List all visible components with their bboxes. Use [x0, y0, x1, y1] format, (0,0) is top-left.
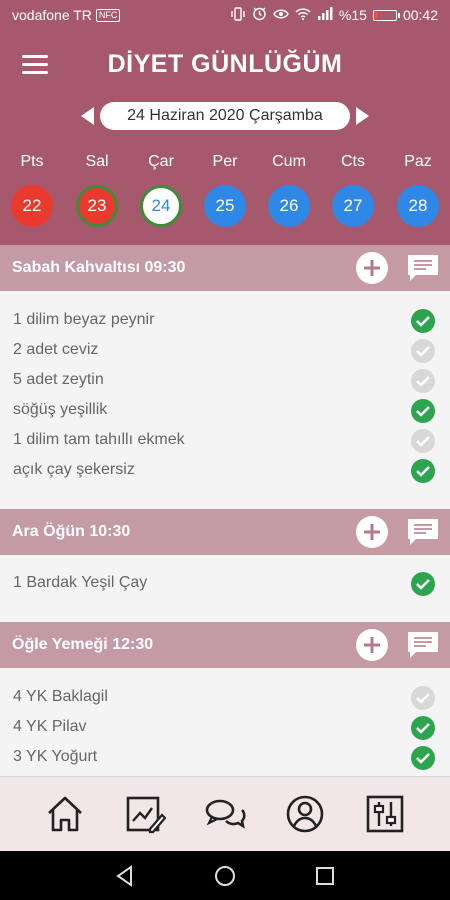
app-title: DİYET GÜNLÜĞÜM	[107, 50, 343, 78]
meal-item-list: 1 dilim beyaz peynir 2 adet ceviz 5 adet…	[0, 305, 450, 485]
home-icon[interactable]	[44, 793, 86, 835]
carrier-name: vodafone TR	[12, 7, 92, 23]
weekday-label: Paz	[404, 153, 432, 170]
eye-comfort-icon	[273, 7, 289, 23]
food-label: açık çay şekersiz	[13, 461, 135, 478]
check-icon[interactable]	[411, 746, 435, 770]
weekday-label: Pts	[20, 153, 44, 170]
system-navigation-bar	[0, 851, 450, 900]
meal-header: Ara Öğün 10:30	[0, 509, 450, 555]
wifi-icon	[295, 7, 311, 23]
status-bar: vodafone TR NFC %15 00:42	[0, 0, 450, 30]
food-label: 2 adet ceviz	[13, 341, 99, 358]
check-icon[interactable]	[411, 339, 435, 363]
header: DİYET GÜNLÜĞÜM 24 Haziran 2020 Çarşamba …	[0, 30, 450, 245]
note-icon[interactable]	[406, 253, 440, 283]
food-label: söğüş yeşillik	[13, 401, 108, 418]
alarm-icon	[252, 6, 267, 24]
check-icon[interactable]	[411, 572, 435, 596]
weekday-label: Cum	[272, 153, 306, 170]
list-item: 1 dilim tam tahıllı ekmek	[0, 425, 450, 455]
battery-icon	[372, 9, 400, 21]
meal-header: Sabah Kahvaltısı 09:30	[0, 245, 450, 291]
note-icon[interactable]	[406, 630, 440, 660]
meal-item-list: 1 Bardak Yeşil Çay	[0, 568, 450, 598]
vibrate-icon	[230, 6, 246, 24]
food-label: 4 YK Baklagil	[13, 688, 108, 705]
nfc-badge: NFC	[95, 8, 121, 22]
list-item: 2 adet ceviz	[0, 335, 450, 365]
meal-title: Öğle Yemeği 12:30	[12, 636, 154, 653]
clock: 00:42	[402, 7, 438, 23]
back-icon[interactable]	[113, 864, 137, 888]
food-label: 1 dilim beyaz peynir	[13, 311, 155, 328]
check-icon[interactable]	[411, 369, 435, 393]
bottom-navigation	[0, 776, 450, 851]
chat-icon[interactable]	[204, 793, 246, 835]
list-item: 3 YK Yoğurt	[0, 742, 450, 772]
list-item: söğüş yeşillik	[0, 395, 450, 425]
next-day-icon[interactable]	[356, 107, 369, 125]
battery-fill	[374, 11, 379, 19]
profile-icon[interactable]	[284, 793, 326, 835]
add-food-button[interactable]	[356, 629, 388, 661]
check-icon[interactable]	[411, 429, 435, 453]
check-icon[interactable]	[411, 399, 435, 423]
add-food-button[interactable]	[356, 516, 388, 548]
settings-sliders-icon[interactable]	[364, 793, 406, 835]
weekday-label: Çar	[148, 153, 174, 170]
weekday-labels: Pts Sal Çar Per Cum Cts Paz	[0, 153, 450, 173]
list-item: 1 dilim beyaz peynir	[0, 305, 450, 335]
date-navigator: 24 Haziran 2020 Çarşamba	[0, 102, 450, 130]
food-label: 1 dilim tam tahıllı ekmek	[13, 431, 185, 448]
home-button-icon[interactable]	[213, 864, 237, 888]
recents-icon[interactable]	[313, 864, 337, 888]
status-icons: %15 00:42	[230, 6, 438, 24]
day-button[interactable]: 27	[332, 185, 374, 227]
diary-chart-icon[interactable]	[124, 793, 167, 835]
day-button-today[interactable]: 24	[140, 185, 182, 227]
signal-icon	[317, 7, 333, 23]
day-selector: 22 23 24 25 26 27 28	[0, 185, 450, 229]
list-item: 5 adet zeytin	[0, 365, 450, 395]
meal-header: Öğle Yemeği 12:30	[0, 622, 450, 668]
day-button[interactable]: 25	[204, 185, 246, 227]
food-label: 3 YK Yoğurt	[13, 748, 98, 765]
day-button[interactable]: 22	[11, 185, 53, 227]
add-food-button[interactable]	[356, 252, 388, 284]
carrier: vodafone TR NFC	[12, 7, 121, 23]
meal-item-list: 4 YK Baklagil 4 YK Pilav 3 YK Yoğurt	[0, 682, 450, 772]
weekday-label: Cts	[341, 153, 365, 170]
check-icon[interactable]	[411, 686, 435, 710]
list-item: 4 YK Pilav	[0, 712, 450, 742]
check-icon[interactable]	[411, 459, 435, 483]
check-icon[interactable]	[411, 716, 435, 740]
check-icon[interactable]	[411, 309, 435, 333]
list-item: açık çay şekersiz	[0, 455, 450, 485]
list-item: 4 YK Baklagil	[0, 682, 450, 712]
meal-title: Ara Öğün 10:30	[12, 523, 131, 540]
weekday-label: Per	[212, 153, 238, 170]
previous-day-icon[interactable]	[81, 107, 94, 125]
day-button[interactable]: 28	[397, 185, 439, 227]
weekday-label: Sal	[85, 153, 109, 170]
list-item: 1 Bardak Yeşil Çay	[0, 568, 450, 598]
meal-title: Sabah Kahvaltısı 09:30	[12, 259, 186, 276]
food-label: 1 Bardak Yeşil Çay	[13, 574, 148, 591]
current-date[interactable]: 24 Haziran 2020 Çarşamba	[100, 102, 350, 130]
note-icon[interactable]	[406, 517, 440, 547]
food-label: 5 adet zeytin	[13, 371, 104, 388]
battery-percent: %15	[338, 7, 367, 23]
food-label: 4 YK Pilav	[13, 718, 87, 735]
day-button[interactable]: 23	[76, 185, 118, 227]
day-button[interactable]: 26	[268, 185, 310, 227]
